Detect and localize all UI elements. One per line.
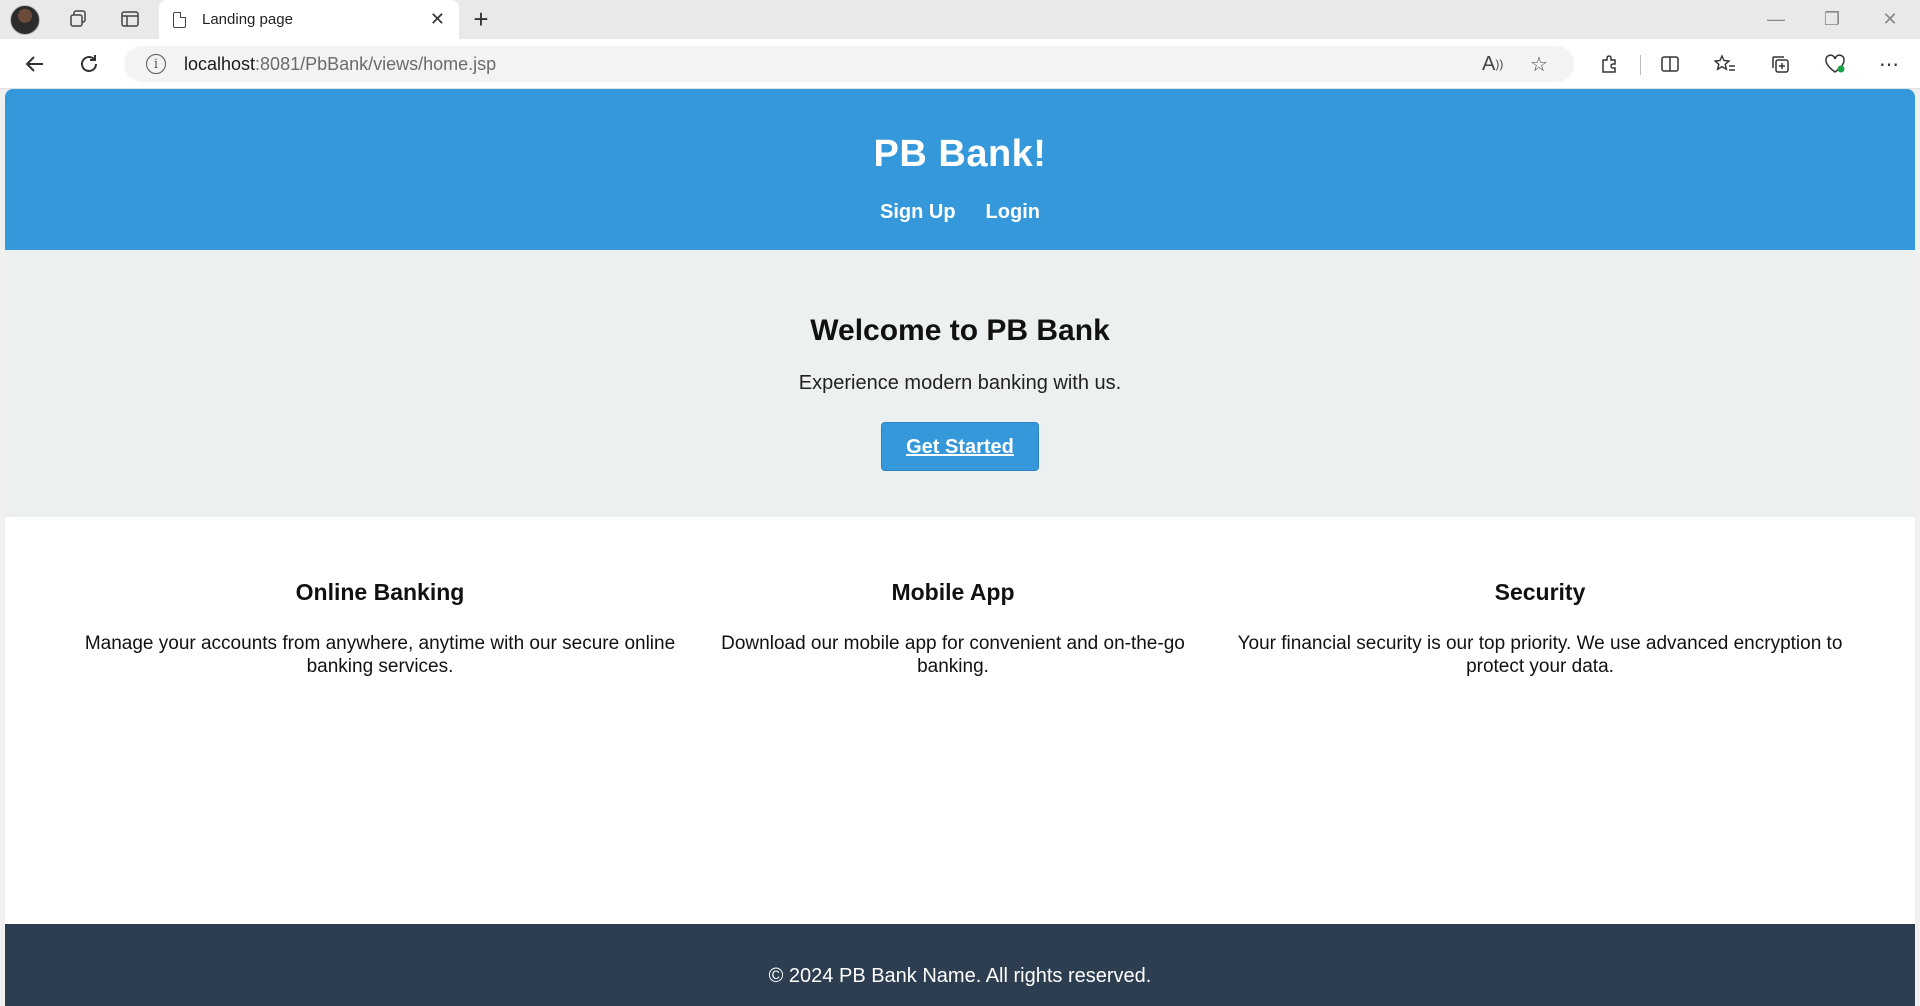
restore-button[interactable]: ❐ xyxy=(1804,0,1860,39)
more-icon[interactable]: ⋯ xyxy=(1874,49,1904,79)
vertical-tabs-icon[interactable] xyxy=(112,4,148,34)
split-screen-icon[interactable] xyxy=(1655,49,1685,79)
collections-icon[interactable] xyxy=(1765,49,1795,79)
reload-icon[interactable] xyxy=(73,48,105,80)
hero-section: Welcome to PB Bank Experience modern ban… xyxy=(5,250,1915,517)
feature-title: Mobile App xyxy=(891,579,1015,605)
hero-heading: Welcome to PB Bank xyxy=(810,314,1110,347)
tab-title: Landing page xyxy=(202,11,293,28)
url-path: :8081/PbBank/views/home.jsp xyxy=(255,53,497,74)
favorite-star-icon[interactable]: ☆ xyxy=(1530,46,1548,82)
signup-link[interactable]: Sign Up xyxy=(880,201,956,224)
back-icon[interactable] xyxy=(19,48,51,80)
site-title: PB Bank! xyxy=(873,133,1047,175)
extensions-icon[interactable] xyxy=(1594,49,1624,79)
hero-subtext: Experience modern banking with us. xyxy=(798,372,1122,394)
tab-strip: Landing page ✕ + — ❐ ✕ xyxy=(0,0,1920,39)
feature-mobile-app: Mobile App Download our mobile app for c… xyxy=(715,579,1191,678)
favorites-icon[interactable] xyxy=(1710,49,1740,79)
address-bar[interactable]: i localhost:8081/PbBank/views/home.jsp A… xyxy=(124,46,1574,82)
feature-text: Your financial security is our top prior… xyxy=(1237,633,1843,677)
page-viewport: PB Bank! Sign Up Login Welcome to PB Ban… xyxy=(5,89,1915,1006)
site-header: PB Bank! Sign Up Login xyxy=(5,89,1915,250)
read-aloud-icon[interactable]: A)) xyxy=(1482,46,1503,82)
toolbar-divider xyxy=(1640,55,1641,75)
page-icon xyxy=(173,11,186,28)
url-host: localhost xyxy=(184,53,256,74)
workspaces-icon[interactable] xyxy=(60,4,96,34)
site-footer: © 2024 PB Bank Name. All rights reserved… xyxy=(5,924,1915,1006)
site-nav: Sign Up Login xyxy=(5,201,1915,224)
features-section: Online Banking Manage your accounts from… xyxy=(5,517,1915,924)
close-tab-icon[interactable]: ✕ xyxy=(430,9,445,30)
feature-text: Manage your accounts from anywhere, anyt… xyxy=(84,633,676,677)
info-icon[interactable]: i xyxy=(146,54,166,74)
feature-security: Security Your financial security is our … xyxy=(1213,579,1867,678)
feature-title: Security xyxy=(1494,579,1586,605)
profile-avatar[interactable] xyxy=(10,4,40,35)
address-bar-row: i localhost:8081/PbBank/views/home.jsp A… xyxy=(0,39,1920,89)
browser-window: Landing page ✕ + — ❐ ✕ i localhost:8081/… xyxy=(0,0,1920,1006)
feature-title: Online Banking xyxy=(295,579,465,605)
feature-online-banking: Online Banking Manage your accounts from… xyxy=(65,579,695,678)
footer-text: © 2024 PB Bank Name. All rights reserved… xyxy=(768,965,1152,987)
new-tab-button[interactable]: + xyxy=(466,4,496,34)
get-started-button[interactable]: Get Started xyxy=(881,422,1039,471)
close-window-button[interactable]: ✕ xyxy=(1862,0,1918,39)
minimize-button[interactable]: — xyxy=(1748,0,1804,39)
feature-text: Download our mobile app for convenient a… xyxy=(721,633,1185,677)
browser-essentials-icon[interactable] xyxy=(1820,49,1850,79)
tab-landing-page[interactable]: Landing page ✕ xyxy=(159,0,459,39)
login-link[interactable]: Login xyxy=(986,201,1040,224)
